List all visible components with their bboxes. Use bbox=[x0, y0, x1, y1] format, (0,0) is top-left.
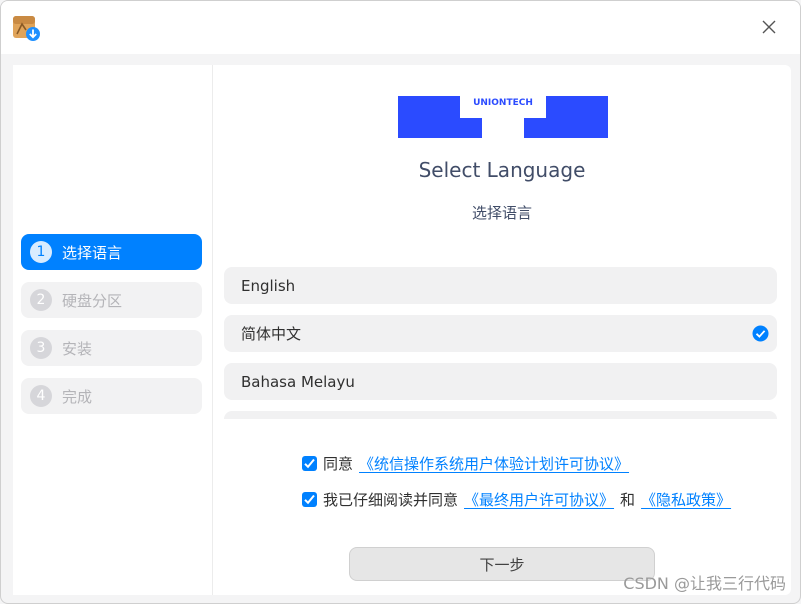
uniontech-logo: UNIONTECH bbox=[398, 96, 608, 138]
language-item-next[interactable] bbox=[224, 411, 777, 419]
step-install: 3 安装 bbox=[21, 330, 202, 366]
page-title: Select Language bbox=[418, 158, 586, 182]
privacy-policy-link[interactable]: 《隐私政策》 bbox=[641, 489, 731, 510]
logo-text: UNIONTECH bbox=[473, 98, 533, 108]
language-item-english[interactable]: English bbox=[224, 267, 777, 304]
close-icon[interactable] bbox=[760, 18, 778, 36]
titlebar bbox=[1, 1, 800, 54]
step-disk-partition: 2 硬盘分区 bbox=[21, 282, 202, 318]
step-select-language: 1 选择语言 bbox=[21, 234, 202, 270]
language-item-simplified-chinese[interactable]: 简体中文 bbox=[224, 315, 777, 352]
language-name: 简体中文 bbox=[241, 325, 302, 343]
next-button[interactable]: 下一步 bbox=[349, 547, 655, 581]
step-number: 3 bbox=[30, 337, 52, 359]
installer-window: 1 选择语言 2 硬盘分区 3 安装 4 完成 UNIONTECH Select… bbox=[0, 0, 801, 604]
step-label: 选择语言 bbox=[62, 243, 123, 262]
step-label: 硬盘分区 bbox=[62, 291, 123, 310]
check-circle-icon bbox=[752, 325, 769, 342]
csdn-watermark: CSDN @让我三行代码 bbox=[623, 574, 786, 593]
eula-link[interactable]: 《最终用户许可协议》 bbox=[464, 489, 614, 510]
language-name: English bbox=[241, 276, 296, 295]
content-area: 1 选择语言 2 硬盘分区 3 安装 4 完成 UNIONTECH Select… bbox=[13, 65, 791, 595]
package-download-icon bbox=[13, 16, 40, 41]
checkmark-icon bbox=[304, 494, 315, 504]
main-panel: UNIONTECH Select Language 选择语言 English 简… bbox=[213, 65, 791, 595]
step-sidebar: 1 选择语言 2 硬盘分区 3 安装 4 完成 bbox=[13, 65, 213, 595]
step-number: 1 bbox=[30, 241, 52, 263]
agreement-and: 和 bbox=[620, 490, 636, 509]
language-list[interactable]: English 简体中文 Bahasa Melayu bbox=[224, 267, 777, 419]
ux-plan-checkbox[interactable] bbox=[302, 455, 317, 471]
agreement-row-eula: 我已仔细阅读并同意 《最终用户许可协议》 和 《隐私政策》 bbox=[302, 488, 731, 510]
language-name: Bahasa Melayu bbox=[241, 372, 355, 391]
step-label: 完成 bbox=[62, 387, 93, 406]
step-finish: 4 完成 bbox=[21, 378, 202, 414]
step-label: 安装 bbox=[62, 339, 93, 358]
language-item-bahasa-melayu[interactable]: Bahasa Melayu bbox=[224, 363, 777, 400]
agreement-prefix: 我已仔细阅读并同意 bbox=[323, 490, 459, 509]
agreement-prefix: 同意 bbox=[323, 454, 354, 473]
ux-plan-license-link[interactable]: 《统信操作系统用户体验计划许可协议》 bbox=[359, 453, 629, 474]
page-subtitle: 选择语言 bbox=[471, 204, 532, 222]
agreement-row-ux-plan: 同意 《统信操作系统用户体验计划许可协议》 bbox=[302, 452, 629, 474]
checkmark-icon bbox=[304, 458, 315, 468]
step-number: 4 bbox=[30, 385, 52, 407]
eula-checkbox[interactable] bbox=[302, 491, 317, 507]
step-number: 2 bbox=[30, 289, 52, 311]
